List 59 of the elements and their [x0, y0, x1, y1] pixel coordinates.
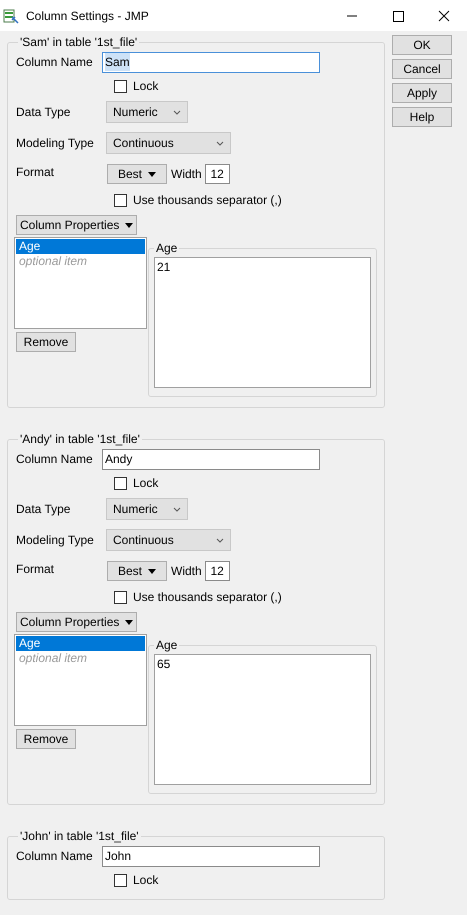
field-label: Column Name	[16, 54, 94, 71]
chevron-icon	[173, 506, 181, 512]
checkbox-label: Lock	[133, 872, 158, 889]
checkbox[interactable]	[114, 874, 127, 886]
field-label: Column Name	[16, 848, 94, 865]
modeling-type-dropdown[interactable]: Continuous	[106, 132, 231, 154]
column-name-field[interactable]: John	[102, 846, 320, 866]
app-icon	[3, 8, 19, 24]
field-label: Format	[16, 164, 56, 181]
caret-icon	[125, 222, 134, 228]
column-properties-button[interactable]: Column Properties	[16, 215, 138, 235]
width-label: Width	[171, 166, 202, 183]
chevron-icon	[216, 538, 224, 542]
width-field[interactable]: 12	[204, 164, 230, 184]
caret-icon	[148, 172, 156, 176]
remove-button[interactable]: Remove	[16, 332, 76, 352]
modeling-type-dropdown[interactable]: Continuous	[106, 529, 231, 551]
field-label: Data Type	[16, 104, 72, 121]
value-field[interactable]: 65	[154, 654, 371, 785]
column-properties-button[interactable]: Column Properties	[16, 612, 138, 632]
property-item[interactable]: Age	[16, 636, 145, 651]
caret-icon	[125, 620, 134, 624]
field-label: Data Type	[16, 501, 72, 518]
width-field[interactable]: 12	[204, 561, 230, 581]
section-title: 'Sam' in table '1st_file'	[19, 34, 138, 51]
field-label: Column Name	[16, 451, 94, 468]
remove-button[interactable]: Remove	[16, 729, 76, 749]
checkbox-label: Use thousands separator (,)	[133, 192, 282, 209]
chevron-icon	[173, 110, 181, 114]
column-name-field[interactable]: Andy	[102, 448, 320, 470]
checkbox[interactable]	[114, 476, 127, 490]
panel-title: Age	[155, 240, 178, 257]
field-label: Format	[16, 561, 56, 578]
checkbox-label: Lock	[133, 475, 158, 492]
caret-icon	[148, 568, 156, 574]
dialog-button[interactable]: OK	[392, 35, 452, 55]
value-field[interactable]: 21	[154, 257, 371, 388]
checkbox[interactable]	[114, 80, 127, 92]
panel-title: Age	[155, 637, 178, 654]
field-label: Modeling Type	[16, 135, 95, 152]
section-title: 'John' in table '1st_file'	[19, 828, 140, 845]
window-title: Column Settings - JMP	[26, 8, 149, 24]
chevron-icon	[216, 140, 224, 146]
width-label: Width	[171, 563, 202, 580]
data-type-dropdown[interactable]: Numeric	[106, 498, 188, 520]
data-type-dropdown[interactable]: Numeric	[106, 101, 188, 123]
checkbox[interactable]	[114, 194, 127, 206]
property-item[interactable]: Age	[16, 239, 145, 254]
format-button[interactable]: Best	[107, 561, 167, 581]
dialog-button[interactable]: Apply	[392, 83, 452, 103]
checkbox[interactable]	[114, 590, 127, 604]
field-label: Modeling Type	[16, 532, 95, 549]
format-button[interactable]: Best	[107, 164, 167, 184]
column-name-field[interactable]: Sam	[102, 52, 320, 72]
checkbox-label: Lock	[133, 78, 158, 95]
section-title: 'Andy' in table '1st_file'	[19, 431, 141, 448]
dialog-button[interactable]: Cancel	[392, 59, 452, 79]
checkbox-label: Use thousands separator (,)	[133, 589, 282, 606]
dialog-button[interactable]: Help	[392, 107, 452, 127]
